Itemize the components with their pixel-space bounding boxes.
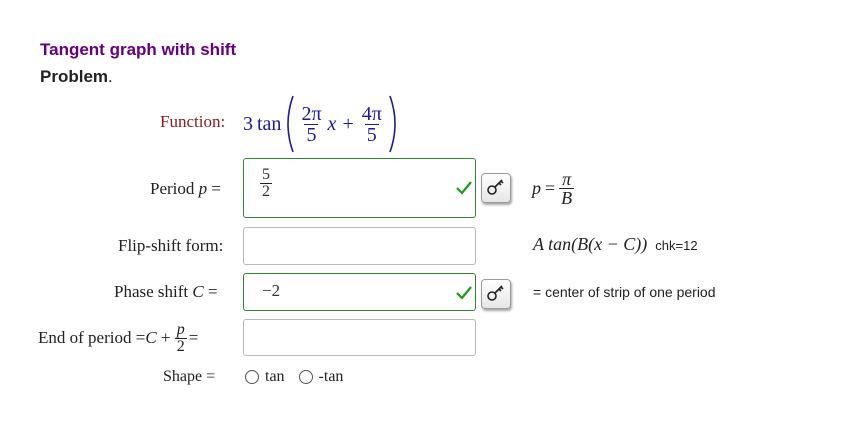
key-icon bbox=[487, 179, 504, 195]
end-label-var: C bbox=[145, 328, 157, 347]
end-input[interactable] bbox=[243, 319, 476, 356]
period-answer-den: 2 bbox=[260, 183, 272, 200]
shape-option-tan-label: tan bbox=[265, 368, 285, 385]
flipshift-chk: chk=12 bbox=[655, 238, 698, 253]
problem-label: Problem bbox=[40, 67, 109, 86]
period-label-text: Period bbox=[150, 179, 199, 198]
flipshift-input[interactable] bbox=[243, 227, 476, 265]
phase-key-button[interactable] bbox=[481, 279, 511, 309]
phase-answer-box[interactable]: −2 bbox=[243, 273, 476, 311]
check-icon bbox=[456, 181, 472, 195]
period-answer-box[interactable]: 5 2 bbox=[243, 158, 476, 218]
end-label-frac-den: 2 bbox=[174, 337, 187, 355]
phase-label-var: C bbox=[192, 282, 204, 301]
end-label-eq: = bbox=[188, 328, 199, 347]
phase-label-eq: = bbox=[203, 282, 218, 301]
period-label-var: p bbox=[198, 179, 208, 198]
function-plus: + bbox=[342, 112, 354, 135]
function-frac1: 2π 5 bbox=[299, 104, 323, 145]
flipshift-label: Flip-shift form: bbox=[118, 236, 224, 255]
end-label-plus: + bbox=[156, 328, 175, 347]
right-paren-icon bbox=[389, 95, 396, 153]
period-answer-frac: 5 2 bbox=[260, 167, 272, 200]
function-label: Function: bbox=[160, 112, 226, 131]
problem-heading: Problem. bbox=[40, 67, 113, 87]
period-answer-num: 5 bbox=[262, 166, 270, 183]
period-label-eq: = bbox=[207, 179, 221, 198]
function-frac2: 4π 5 bbox=[360, 104, 384, 145]
frac2-denominator: 5 bbox=[364, 123, 379, 146]
period-hint-var: p bbox=[532, 177, 541, 198]
shape-options: tan -tan bbox=[245, 368, 343, 386]
shape-radio-tan[interactable] bbox=[245, 370, 259, 384]
flipshift-formula: A tan(B(x − C)) bbox=[533, 234, 648, 254]
end-label-text: End of period = bbox=[38, 328, 146, 347]
key-icon bbox=[487, 285, 504, 301]
shape-radio-neg-tan[interactable] bbox=[298, 370, 313, 384]
left-paren-icon bbox=[287, 95, 295, 153]
frac1-denominator: 5 bbox=[304, 123, 319, 146]
phase-label: Phase shift C = bbox=[114, 282, 218, 302]
end-label-frac: p 2 bbox=[174, 320, 187, 355]
end-label: End of period = C + p 2 = bbox=[38, 318, 198, 358]
shape-label: Shape = bbox=[163, 368, 216, 385]
period-hint-eq: = bbox=[545, 177, 556, 198]
page-title: Tangent graph with shift bbox=[40, 40, 237, 59]
phase-label-text: Phase shift bbox=[114, 282, 193, 301]
frac2-numerator: 4π bbox=[361, 102, 382, 125]
function-x: x bbox=[327, 112, 337, 135]
function-coef: 3 bbox=[243, 112, 253, 135]
check-icon bbox=[456, 286, 472, 300]
function-expression: 3 tan 2π 5 x + 4π 5 bbox=[243, 94, 400, 154]
end-label-frac-num: p bbox=[176, 320, 185, 338]
period-key-button[interactable] bbox=[481, 173, 511, 203]
problem-dot: . bbox=[108, 67, 113, 86]
period-label: Period p = bbox=[150, 179, 221, 199]
phase-hint: = center of strip of one period bbox=[533, 284, 716, 300]
function-name: tan bbox=[257, 112, 282, 135]
flipshift-hint: A tan(B(x − C)) chk=12 bbox=[533, 234, 698, 255]
period-hint-num: π bbox=[562, 168, 572, 189]
period-hint-den: B bbox=[559, 187, 575, 208]
period-hint-frac: π B bbox=[559, 168, 575, 208]
shape-option-neg-tan-label: -tan bbox=[318, 368, 344, 385]
frac1-numerator: 2π bbox=[301, 102, 322, 125]
period-hint: p = π B bbox=[532, 166, 575, 210]
phase-answer-value: −2 bbox=[262, 281, 281, 300]
